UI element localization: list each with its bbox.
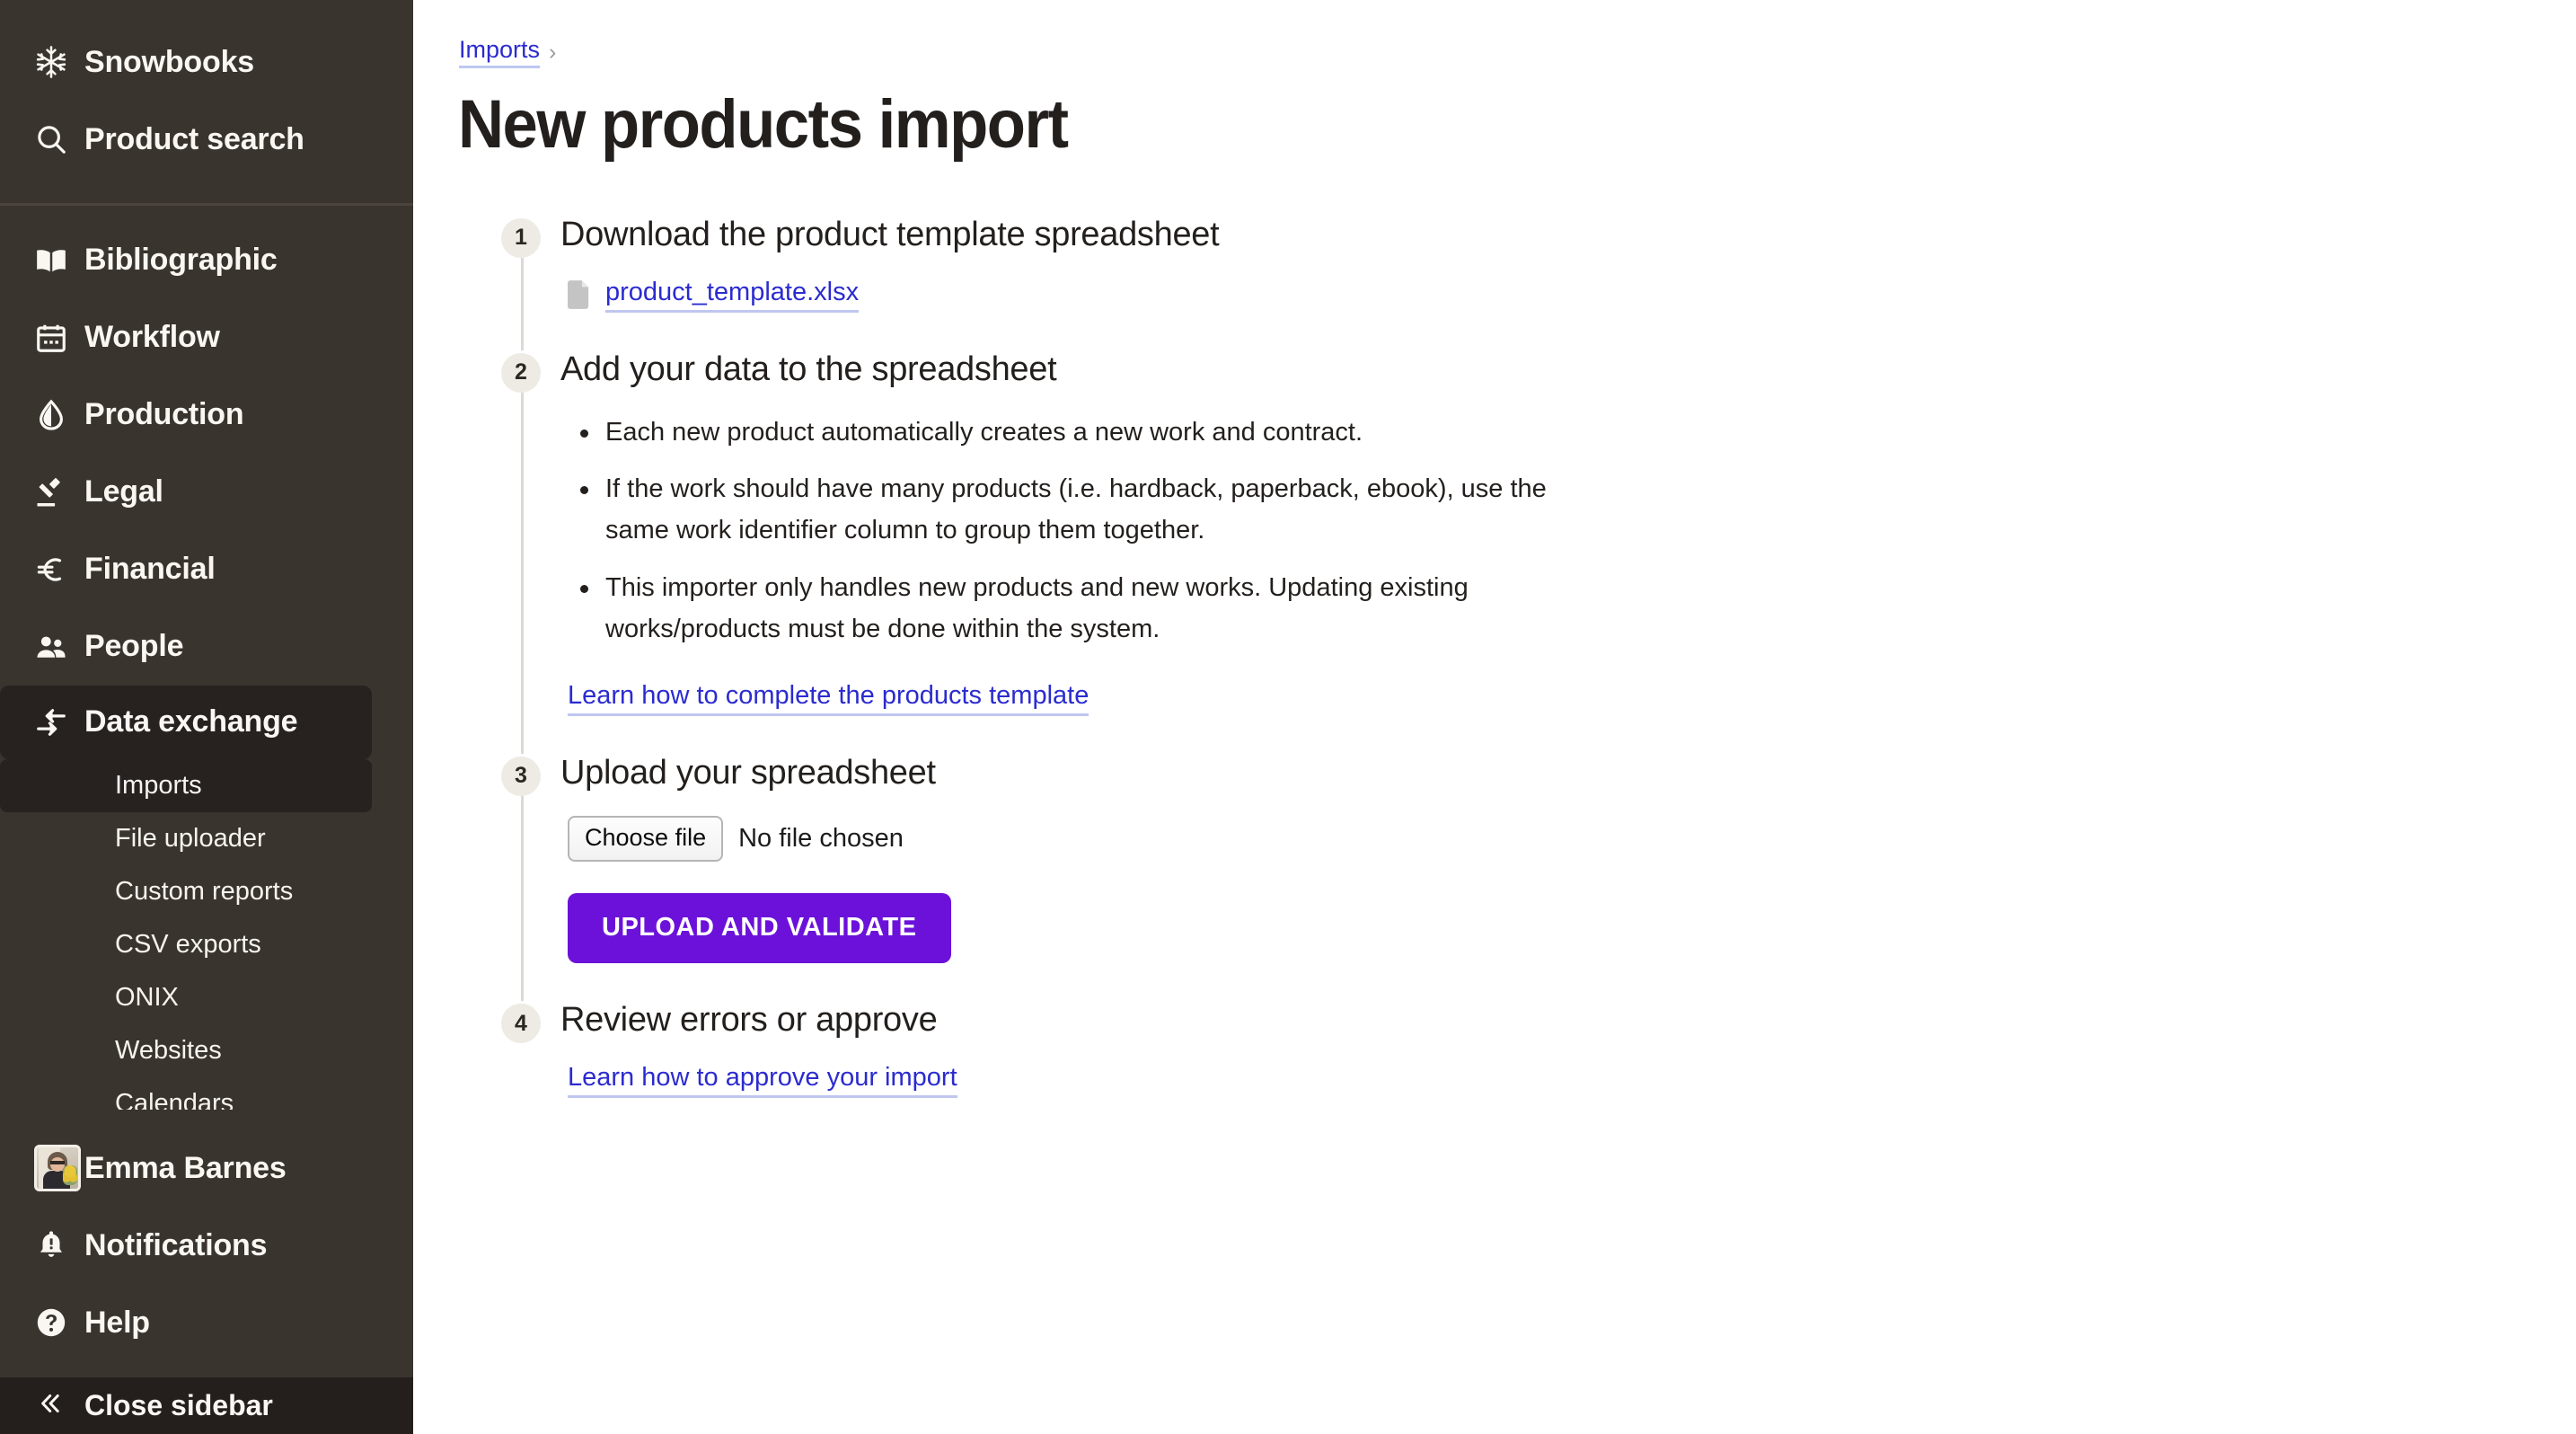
sidebar-item-label: Snowbooks: [84, 44, 254, 79]
gavel-icon: [34, 475, 84, 509]
step-number-badge: 4: [501, 1004, 541, 1044]
sidebar-item-product-search[interactable]: Product search: [0, 101, 413, 178]
sidebar-item-workflow[interactable]: Workflow: [0, 299, 413, 376]
file-status-text: No file chosen: [738, 823, 904, 853]
steps-list: 1 Download the product template spreadsh…: [501, 216, 2576, 1099]
chevron-double-left-icon: [34, 1388, 84, 1423]
step-4: 4 Review errors or approve Learn how to …: [501, 1001, 2576, 1099]
step-body: product_template.xlsx: [521, 257, 2576, 350]
sidebar-item-legal[interactable]: Legal: [0, 454, 413, 531]
sidebar-item-onix[interactable]: ONIX: [0, 971, 372, 1024]
avatar: [34, 1145, 84, 1192]
sidebar-item-people[interactable]: People: [0, 608, 413, 686]
step-body: Choose file No file chosen UPLOAD AND VA…: [521, 795, 2576, 1002]
question-circle-icon: [34, 1306, 84, 1340]
data-exchange-icon: [34, 705, 84, 739]
close-sidebar-label: Close sidebar: [84, 1389, 273, 1422]
sidebar-item-label: Data exchange: [84, 704, 298, 739]
list-item: This importer only handles new products …: [568, 568, 1610, 651]
sidebar-top-section: Snowbooks Product search: [0, 0, 413, 203]
sidebar-item-label: Help: [84, 1305, 150, 1340]
sidebar-bottom-section: Emma Barnes Notifications Help: [0, 1110, 413, 1378]
breadcrumb-link-imports[interactable]: Imports: [459, 36, 541, 68]
app-root: Snowbooks Product search Bibliographic W…: [0, 0, 2576, 1434]
step-2: 2 Add your data to the spreadsheet Each …: [501, 350, 2576, 754]
sidebar-item-data-exchange[interactable]: Data exchange: [0, 685, 372, 759]
sidebar-item-label: Financial: [84, 552, 216, 587]
sidebar-item-label: Emma Barnes: [84, 1150, 287, 1185]
sidebar-item-notifications[interactable]: Notifications: [0, 1207, 413, 1284]
step-title: Add your data to the spreadsheet: [560, 350, 1057, 388]
learn-approve-import-link[interactable]: Learn how to approve your import: [568, 1063, 957, 1099]
sidebar-item-user-profile[interactable]: Emma Barnes: [0, 1129, 413, 1207]
bell-alert-icon: [34, 1228, 84, 1262]
step-title: Download the product template spreadshee…: [560, 215, 1220, 253]
people-icon: [34, 630, 84, 664]
sidebar-item-label: Notifications: [84, 1227, 268, 1262]
main-content: Imports › New products import 1 Download…: [413, 0, 2576, 1434]
droplet-icon: [34, 398, 84, 432]
step-number-badge: 2: [501, 352, 541, 393]
sidebar-item-label: Production: [84, 397, 244, 432]
book-icon: [34, 243, 84, 278]
sidebar-item-custom-reports[interactable]: Custom reports: [0, 865, 372, 918]
step-header: 4 Review errors or approve: [501, 1001, 2576, 1044]
sidebar-item-imports[interactable]: Imports: [0, 758, 372, 812]
template-file-row: product_template.xlsx: [568, 278, 2576, 313]
euro-icon: [34, 553, 84, 587]
step-title: Upload your spreadsheet: [560, 753, 936, 792]
sidebar-item-label: People: [84, 629, 184, 664]
step-number-badge: 3: [501, 756, 541, 796]
sidebar-subitem-label: Websites: [115, 1035, 222, 1065]
sidebar-item-file-uploader[interactable]: File uploader: [0, 812, 372, 865]
step-number-badge: 1: [501, 217, 541, 258]
step-header: 3 Upload your spreadsheet: [501, 754, 2576, 796]
sidebar-item-production[interactable]: Production: [0, 376, 413, 454]
learn-complete-template-link[interactable]: Learn how to complete the products templ…: [568, 681, 1090, 716]
step-title: Review errors or approve: [560, 1001, 938, 1040]
step-1: 1 Download the product template spreadsh…: [501, 216, 2576, 350]
file-icon: [568, 280, 591, 309]
sidebar-item-label: Workflow: [84, 320, 220, 355]
sidebar-item-label: Product search: [84, 121, 304, 156]
calendar-icon: [34, 321, 84, 355]
instruction-list: Each new product automatically creates a…: [568, 412, 2576, 651]
search-icon: [34, 122, 84, 156]
sidebar-item-csv-exports[interactable]: CSV exports: [0, 918, 372, 971]
step-header: 1 Download the product template spreadsh…: [501, 216, 2576, 258]
sidebar-subitem-label: Imports: [115, 770, 202, 800]
step-header: 2 Add your data to the spreadsheet: [501, 350, 2576, 393]
sidebar-subitem-label: ONIX: [115, 982, 179, 1012]
sidebar-item-financial[interactable]: Financial: [0, 531, 413, 608]
sidebar-item-help[interactable]: Help: [0, 1284, 413, 1361]
sidebar-item-label: Legal: [84, 474, 163, 509]
sidebar-nav-scroll[interactable]: Bibliographic Workflow Production Legal …: [0, 206, 413, 1110]
sidebar-item-calendars[interactable]: Calendars: [0, 1077, 372, 1110]
template-download-link[interactable]: product_template.xlsx: [605, 278, 860, 313]
sidebar-subitem-label: CSV exports: [115, 929, 261, 959]
sidebar-submenu: Imports File uploader Custom reports CSV…: [0, 758, 413, 1110]
breadcrumb: Imports ›: [458, 36, 2576, 68]
breadcrumb-separator: ›: [549, 39, 557, 65]
page-title: New products import: [458, 86, 1069, 163]
snowflake-icon: [34, 45, 84, 79]
sidebar-subitem-label: Custom reports: [115, 876, 294, 906]
sidebar-item-snowbooks[interactable]: Snowbooks: [0, 23, 413, 101]
step-body: Each new product automatically creates a…: [521, 392, 2576, 754]
upload-and-validate-button[interactable]: UPLOAD AND VALIDATE: [568, 893, 951, 964]
sidebar: Snowbooks Product search Bibliographic W…: [0, 0, 413, 1434]
file-input-row: Choose file No file chosen: [568, 815, 2576, 863]
close-sidebar-button[interactable]: Close sidebar: [0, 1377, 413, 1434]
sidebar-item-websites[interactable]: Websites: [0, 1024, 372, 1077]
sidebar-item-label: Bibliographic: [84, 243, 278, 278]
list-item: If the work should have many products (i…: [568, 469, 1610, 552]
sidebar-subitem-label: File uploader: [115, 823, 266, 853]
step-body: Learn how to approve your import: [521, 1043, 2576, 1099]
step-3: 3 Upload your spreadsheet Choose file No…: [501, 754, 2576, 1002]
sidebar-item-bibliographic[interactable]: Bibliographic: [0, 222, 413, 299]
choose-file-button[interactable]: Choose file: [568, 815, 724, 863]
sidebar-subitem-label: Calendars: [115, 1088, 234, 1111]
list-item: Each new product automatically creates a…: [568, 412, 1610, 454]
